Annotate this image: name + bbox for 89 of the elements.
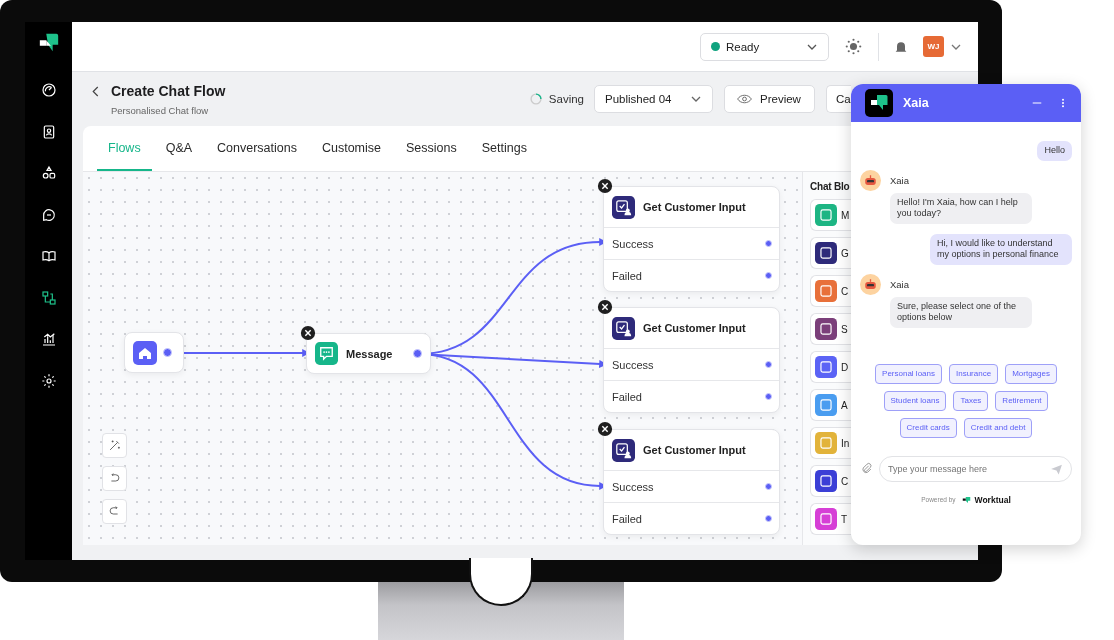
block-item[interactable]: D (810, 351, 851, 383)
version-dropdown[interactable]: Published 04 (594, 85, 713, 113)
tab[interactable]: Conversations (206, 126, 308, 171)
block-item[interactable]: G (810, 237, 851, 269)
chat-title: Xaia (903, 96, 930, 110)
tab[interactable]: Q&A (154, 126, 204, 171)
robot-avatar-icon (860, 273, 881, 295)
brand-logo-icon (961, 495, 971, 504)
flowchart-icon (40, 289, 57, 306)
node-title: Get Customer Input (643, 322, 746, 334)
chat-bubble-icon (315, 342, 338, 365)
input-node[interactable]: Get Customer Input Success Failed (603, 429, 780, 535)
output-label: Failed (612, 512, 642, 525)
robot-avatar-icon (860, 169, 881, 191)
connection-port[interactable] (765, 361, 772, 368)
option-chip[interactable]: Credit cards (899, 417, 957, 438)
spinner-icon (528, 92, 543, 106)
close-icon[interactable] (597, 421, 613, 437)
block-item[interactable]: In (810, 427, 851, 459)
home-icon (133, 340, 157, 365)
option-chip[interactable]: Credit and debt (963, 417, 1033, 438)
bot-message: Sure, please select one of the options below (890, 296, 1032, 328)
output-label: Failed (612, 269, 642, 282)
tab[interactable]: Sessions (395, 126, 468, 171)
user-check-icon (612, 195, 635, 219)
settings-icon (40, 372, 57, 389)
input-node[interactable]: Get Customer Input Success Failed (603, 307, 780, 413)
tab[interactable]: Settings (470, 126, 538, 171)
block-item[interactable]: C (810, 275, 851, 307)
logo-icon (865, 89, 893, 117)
block-item[interactable]: C (810, 465, 851, 497)
chart-icon (40, 331, 57, 347)
output-label: Success (612, 358, 654, 371)
message-input-field[interactable]: Type your message here (879, 455, 1072, 482)
page-subtitle: Personalised Chat flow (111, 104, 210, 116)
logo-icon (37, 32, 60, 54)
magic-wand-icon (107, 438, 122, 453)
connection-port[interactable] (765, 272, 772, 279)
bot-message: Hello! I'm Xaia, how can I help you today? (890, 192, 1032, 224)
user-message: Hi, I would like to understand my options in personal finance (930, 233, 1072, 265)
status-dropdown[interactable]: Ready (700, 32, 829, 61)
more-icon[interactable] (1061, 97, 1065, 109)
block-item[interactable]: M (810, 199, 851, 231)
block-item[interactable]: S (810, 313, 851, 345)
header-button[interactable]: Ca (826, 85, 851, 113)
start-node[interactable] (124, 332, 184, 373)
connection-port[interactable] (163, 348, 172, 357)
back-icon[interactable] (91, 84, 100, 98)
close-icon[interactable] (597, 178, 613, 194)
shapes-icon (40, 165, 57, 181)
connection-port[interactable] (765, 483, 772, 490)
output-label: Success (612, 480, 654, 493)
close-icon[interactable] (597, 299, 613, 315)
input-node[interactable]: Get Customer Input Success Failed (603, 186, 780, 292)
connection-port[interactable] (765, 515, 772, 522)
panel-title: Chat Blo (810, 181, 851, 192)
message-node[interactable]: Message (306, 333, 431, 374)
connection-port[interactable] (413, 349, 422, 358)
node-title: Get Customer Input (643, 444, 746, 456)
page-title: Create Chat Flow (111, 82, 227, 99)
node-title: Get Customer Input (643, 201, 746, 213)
saving-status: Saving (548, 93, 584, 105)
sender-name: Xaia (890, 278, 909, 290)
option-chip[interactable]: Taxes (953, 390, 989, 411)
gauge-icon (40, 82, 57, 98)
option-chip[interactable]: Mortgages (1005, 363, 1057, 384)
book-icon (40, 248, 57, 264)
option-chip[interactable]: Insurance (949, 363, 999, 384)
preview-button[interactable]: Preview (724, 85, 815, 113)
user-check-icon (612, 316, 635, 340)
chat-icon (40, 206, 57, 223)
eye-icon (737, 94, 752, 104)
status-dot-icon (711, 42, 720, 51)
tab[interactable]: Customise (310, 126, 392, 171)
brightness-icon[interactable] (845, 38, 862, 55)
user-message: Hello (1037, 141, 1072, 161)
connection-port[interactable] (765, 240, 772, 247)
output-label: Success (612, 237, 654, 250)
option-chip[interactable]: Personal loans (875, 363, 942, 384)
block-item[interactable]: A (810, 389, 851, 421)
brand-name: Worktual (974, 494, 1011, 505)
output-label: Failed (612, 390, 642, 403)
user-check-icon (612, 438, 635, 462)
option-chip[interactable]: Student loans (883, 390, 947, 411)
sender-name: Xaia (890, 174, 909, 186)
block-item[interactable]: T (810, 503, 851, 535)
option-chip[interactable]: Retirement (995, 390, 1049, 411)
close-icon[interactable] (300, 325, 316, 341)
connection-port[interactable] (765, 393, 772, 400)
